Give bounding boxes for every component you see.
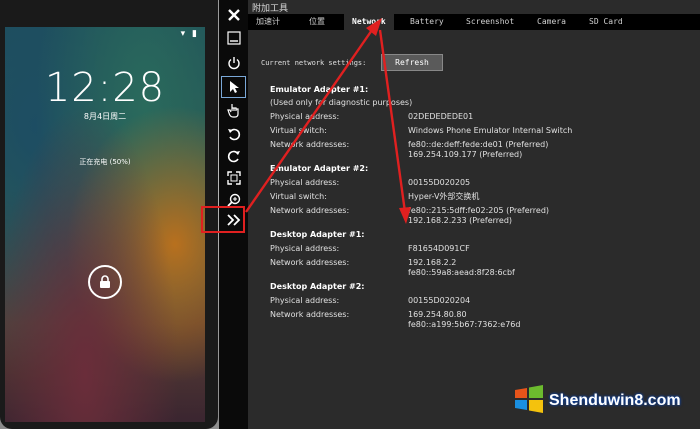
adapter-heading: Desktop Adapter #1: [270,230,365,239]
minimize-button[interactable] [221,27,246,49]
rotate-left-icon [227,128,240,141]
adapter-heading: Emulator Adapter #2: [270,164,369,173]
tab-battery[interactable]: Battery [410,14,444,30]
physical-address-label: Physical address: [270,178,340,187]
minimize-icon [226,31,241,45]
network-addresses-label: Network addresses: [270,140,350,149]
physical-address-label: Physical address: [270,296,340,305]
lockscreen-date: 8月4日周二 [83,112,127,121]
rotate-left-button[interactable] [221,123,246,145]
network-address-value: 192.168.2.2 [408,258,457,267]
network-addresses-label: Network addresses: [270,258,350,267]
tab-screenshot[interactable]: Screenshot [466,14,514,30]
network-address-value: fe80::59a8:aead:8f28:6cbf [408,268,515,277]
windows-logo-icon [515,385,543,413]
physical-address-value: 02DEDEDEDE01 [408,112,474,121]
network-address-value: fe80::de:deff:fede:de01 (Preferred) [408,140,549,149]
refresh-button[interactable]: Refresh [381,54,443,71]
tab-camera[interactable]: Camera [537,14,566,30]
physical-address-value: 00155D020205 [408,178,471,187]
lockscreen-clock: 12:28 [44,65,166,111]
emulator-phone-frame: ▾ ▮ 12:28 8月4日周二 正在充电 (50%) [0,0,218,429]
fit-to-screen-button[interactable] [221,167,246,189]
network-address-value: 169.254.80.80 [408,310,467,319]
physical-address-value: 00155D020204 [408,296,471,305]
adapter-heading: Desktop Adapter #2: [270,282,365,291]
touch-icon [226,104,239,118]
zoom-icon [226,193,240,207]
power-button[interactable] [221,52,246,74]
tab-bar: 加速计 位置 Network Battery Screenshot Camera… [248,14,700,30]
charging-status: 正在充电 (50%) [79,158,131,166]
status-bar: ▾ ▮ [5,27,205,41]
physical-address-label: Physical address: [270,112,340,121]
lock-screen[interactable]: ▾ ▮ 12:28 8月4日周二 正在充电 (50%) [5,27,205,422]
adapter-note: (Used only for diagnostic purposes) [270,98,413,107]
close-button[interactable] [221,4,246,26]
close-icon [227,9,240,21]
virtual-switch-value: Windows Phone Emulator Internal Switch [408,126,573,135]
status-icons: ▾ ▮ [180,29,199,39]
tab-location[interactable]: 位置 [309,14,325,30]
rotate-right-button[interactable] [221,145,246,167]
site-watermark: Shenduwin8.com [505,378,695,424]
virtual-switch-label: Virtual switch: [270,192,327,201]
network-address-value: fe80::215:5dff:fe02:205 (Preferred) [408,206,550,215]
power-icon [227,57,240,70]
physical-address-value: F81654D091CF [408,244,470,253]
network-address-value: 169.254.109.177 (Preferred) [408,150,523,159]
watermark-text: Shenduwin8.com [549,392,681,409]
touch-input-button[interactable] [221,99,246,121]
virtual-switch-value: Hyper-V外部交换机 [408,192,480,201]
network-panel: Current network settings: Refresh Emulat… [248,30,700,429]
tab-sd-card[interactable]: SD Card [589,14,623,30]
network-addresses-label: Network addresses: [270,310,350,319]
mouse-input-button[interactable] [221,76,246,98]
fit-screen-icon [226,171,241,185]
tab-network[interactable]: Network [344,14,394,30]
unlock-button[interactable] [88,265,122,299]
tab-accelerometer[interactable]: 加速计 [256,14,280,30]
current-settings-label: Current network settings: [261,59,367,67]
network-address-value: fe80::a199:5b67:7362:e76d [408,320,521,329]
additional-tools-window: 附加工具 加速计 位置 Network Battery Screenshot C… [248,0,700,429]
rotate-right-icon [227,150,240,163]
physical-address-label: Physical address: [270,244,340,253]
window-title: 附加工具 [252,4,289,14]
adapter-heading: Emulator Adapter #1: [270,85,369,94]
lock-icon [100,275,110,288]
network-address-value: 192.168.2.233 (Preferred) [408,216,513,225]
highlight-box [201,206,245,233]
pointer-icon [229,81,239,93]
virtual-switch-label: Virtual switch: [270,126,327,135]
network-addresses-label: Network addresses: [270,206,350,215]
